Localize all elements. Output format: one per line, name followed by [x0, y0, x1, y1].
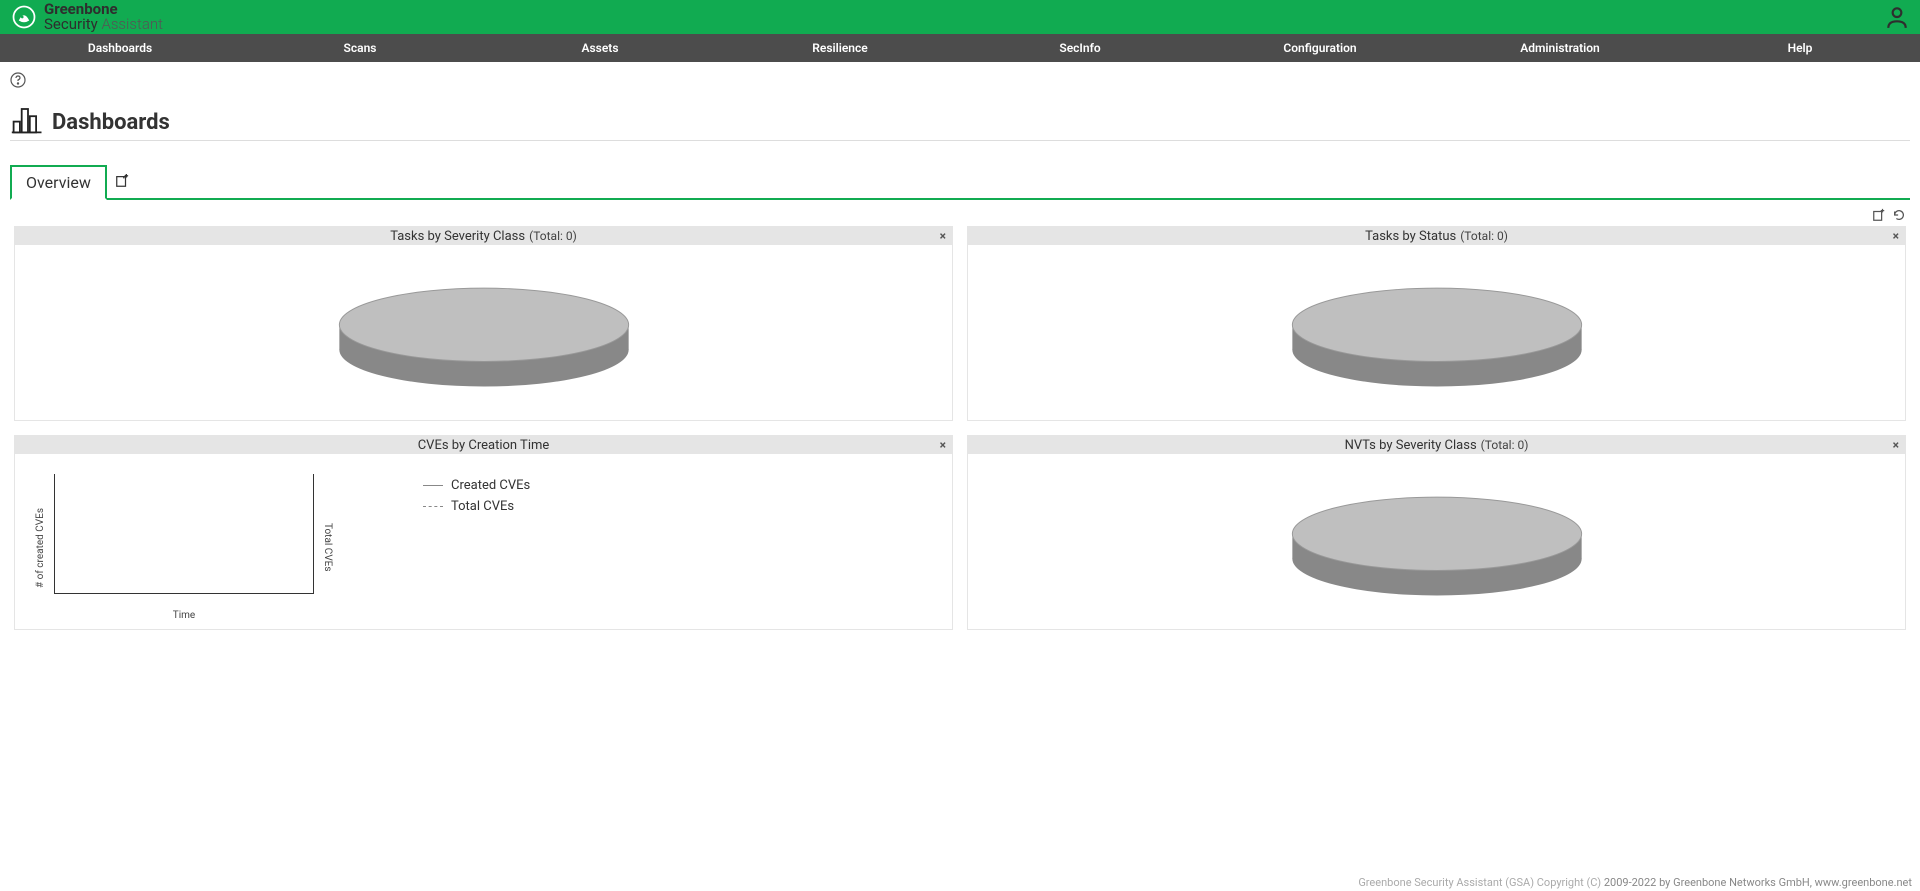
footer-text-b: 2009-2022 by Greenbone Networks GmbH, ww… [1604, 876, 1912, 889]
nav-resilience[interactable]: Resilience [720, 34, 960, 62]
widget-title: Tasks by Status [1365, 229, 1456, 244]
nav-configuration[interactable]: Configuration [1200, 34, 1440, 62]
add-tab-button[interactable] [107, 170, 137, 192]
legend-item-created[interactable]: Created CVEs [423, 478, 530, 493]
dashboard-grid: Tasks by Severity Class (Total: 0) × Tas… [10, 226, 1910, 630]
widget-nvts-severity: NVTs by Severity Class (Total: 0) × [967, 435, 1906, 630]
app-header: Greenbone Security Assistant [0, 0, 1920, 34]
add-widget-icon[interactable] [1872, 208, 1886, 222]
close-icon[interactable]: × [1893, 229, 1899, 243]
footer: Greenbone Security Assistant (GSA) Copyr… [1358, 876, 1912, 889]
close-icon[interactable]: × [940, 229, 946, 243]
help-icon[interactable] [10, 72, 26, 88]
widget-tasks-status: Tasks by Status (Total: 0) × [967, 226, 1906, 421]
y-axis-label-right: Total CVEs [322, 523, 333, 572]
nav-dashboards[interactable]: Dashboards [0, 34, 240, 62]
legend-line-dashed-icon [423, 506, 443, 507]
widget-header[interactable]: NVTs by Severity Class (Total: 0) × [968, 436, 1905, 454]
footer-text-a: Greenbone Security Assistant (GSA) Copyr… [1358, 876, 1601, 889]
page-title: Dashboards [52, 112, 170, 136]
widget-header[interactable]: Tasks by Severity Class (Total: 0) × [15, 227, 952, 245]
widget-tasks-severity: Tasks by Severity Class (Total: 0) × [14, 226, 953, 421]
nav-secinfo[interactable]: SecInfo [960, 34, 1200, 62]
widget-total: (Total: 0) [1481, 438, 1529, 452]
widget-title: CVEs by Creation Time [418, 438, 550, 453]
widget-header[interactable]: Tasks by Status (Total: 0) × [968, 227, 1905, 245]
empty-pie-disk [329, 265, 639, 400]
widget-body [15, 245, 952, 420]
line-chart-plot [54, 474, 314, 594]
nav-assets[interactable]: Assets [480, 34, 720, 62]
tabs-row: Overview [10, 163, 1910, 200]
nav-administration[interactable]: Administration [1440, 34, 1680, 62]
widget-title: Tasks by Severity Class [390, 229, 525, 244]
close-icon[interactable]: × [1893, 438, 1899, 452]
widget-body [968, 245, 1905, 420]
refresh-icon[interactable] [1892, 208, 1906, 222]
empty-pie-disk [1282, 474, 1592, 609]
widget-header[interactable]: CVEs by Creation Time × [15, 436, 952, 454]
page-title-row: Dashboards [10, 100, 1910, 141]
widget-title: NVTs by Severity Class [1345, 438, 1477, 453]
nav-help[interactable]: Help [1680, 34, 1920, 62]
widget-total: (Total: 0) [529, 229, 577, 243]
nav-scans[interactable]: Scans [240, 34, 480, 62]
chart-area: # of created CVEs Time Total CVEs [35, 474, 333, 621]
widget-total: (Total: 0) [1460, 229, 1508, 243]
close-icon[interactable]: × [940, 438, 946, 452]
legend-item-total[interactable]: Total CVEs [423, 499, 530, 514]
tab-overview[interactable]: Overview [10, 165, 107, 200]
x-axis-label: Time [173, 610, 195, 621]
greenbone-logo-icon [10, 3, 38, 31]
brand-line2: Security Assistant [44, 17, 163, 32]
chart-legend: Created CVEs Total CVEs [423, 478, 530, 520]
brand-text: Greenbone Security Assistant [44, 2, 163, 32]
dashboards-icon [10, 100, 46, 136]
main-nav: Dashboards Scans Assets Resilience SecIn… [0, 34, 1920, 62]
widget-cves-time: CVEs by Creation Time × # of created CVE… [14, 435, 953, 630]
legend-line-solid-icon [423, 485, 443, 486]
legend-label: Total CVEs [451, 499, 514, 514]
user-icon[interactable] [1884, 4, 1910, 30]
add-tab-icon [115, 174, 129, 188]
brand-logo[interactable]: Greenbone Security Assistant [10, 2, 163, 32]
widget-body [968, 454, 1905, 629]
legend-label: Created CVEs [451, 478, 530, 493]
empty-pie-disk [1282, 265, 1592, 400]
y-axis-label-left: # of created CVEs [35, 508, 46, 588]
widget-body: # of created CVEs Time Total CVEs Create… [15, 454, 952, 629]
dashboard-toolbar [10, 208, 1910, 222]
